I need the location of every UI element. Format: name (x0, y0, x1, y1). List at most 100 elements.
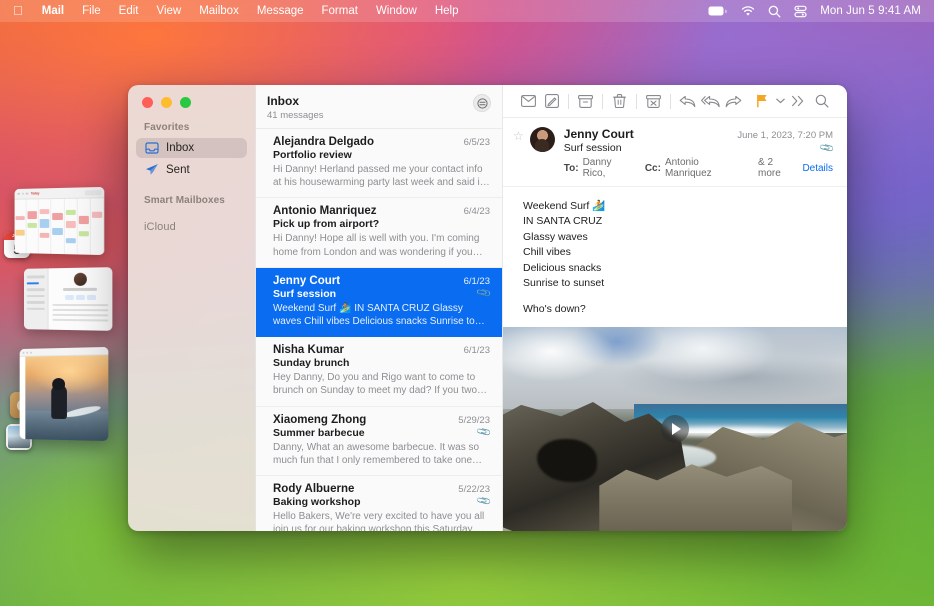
message-row-jenny-court[interactable]: Jenny Court 6/1/23 Surf session 📎 Weekend … (256, 268, 502, 337)
body-line: Chill vibes (523, 245, 827, 260)
message-header: ☆ Jenny Court June 1, 2023, 7:20 PM Surf… (503, 118, 847, 187)
calendar-day-column (77, 198, 90, 254)
mailbox-title: Inbox (267, 94, 324, 109)
message-row-xiaomeng-zhong[interactable]: Xiaomeng Zhong 5/29/23 Summer barbecue 📎 D… (256, 407, 502, 476)
star-outline-icon[interactable]: ☆ (513, 127, 530, 179)
contact-mail-button (86, 294, 95, 299)
photos-window-preview (20, 347, 109, 441)
menu-item-format[interactable]: Format (313, 0, 367, 22)
junk-button[interactable] (642, 88, 665, 114)
flag-button[interactable] (751, 88, 774, 114)
attachment-image-rocky-coastline[interactable] (503, 327, 847, 531)
message-subject: Baking workshop (273, 496, 473, 508)
message-date: 6/1/23 (464, 345, 490, 356)
wifi-icon[interactable] (741, 6, 755, 17)
paper-plane-icon (144, 163, 159, 176)
calendar-day-column (52, 199, 65, 254)
calendar-week-grid (15, 198, 105, 255)
message-subject-line: Surf session (564, 142, 622, 154)
menu-bar:  Mail File Edit View Mailbox Message Fo… (0, 0, 934, 22)
message-row-nisha-kumar[interactable]: Nisha Kumar 6/1/23 Sunday brunch Hey Dann… (256, 337, 502, 406)
battery-icon[interactable] (708, 6, 728, 17)
sidebar-section-icloud[interactable]: iCloud (136, 211, 247, 238)
menu-item-mailbox[interactable]: Mailbox (190, 0, 248, 22)
message-subject: Summer barbecue (273, 427, 473, 439)
forward-button[interactable] (722, 88, 745, 114)
traffic-light-dot (21, 192, 23, 194)
to-recipients: Danny Rico, (583, 157, 637, 179)
contacts-list-row (27, 295, 45, 297)
maximize-button[interactable] (180, 97, 191, 108)
contacts-list-row (27, 301, 45, 303)
calendar-today-label: Today (31, 191, 40, 195)
sidebar-item-label: Sent (166, 164, 190, 176)
menu-bar-items:  Mail File Edit View Mailbox Message Fo… (9, 0, 468, 22)
control-center-icon[interactable] (794, 5, 807, 18)
minimized-contacts-window[interactable] (22, 268, 112, 330)
archive-button[interactable] (574, 88, 597, 114)
message-body: Weekend Surf 🏄 IN SANTA CRUZ Glassy wave… (503, 187, 847, 327)
sidebar-item-inbox[interactable]: Inbox (136, 138, 247, 158)
message-list-header: Inbox 41 messages (256, 85, 502, 129)
calendar-day-column (39, 199, 52, 254)
message-subject: Pick up from airport? (273, 218, 490, 230)
contact-avatar (73, 273, 86, 286)
traffic-light-dot (30, 351, 32, 353)
menu-item-help[interactable]: Help (426, 0, 468, 22)
sender-avatar (530, 127, 555, 152)
message-timestamp: June 1, 2023, 7:20 PM (737, 130, 833, 141)
close-button[interactable] (142, 97, 153, 108)
message-date: 6/4/23 (464, 206, 490, 217)
details-link[interactable]: Details (802, 163, 833, 174)
mail-window: Favorites Inbox Sent Smart Mailboxes iCl… (128, 85, 847, 531)
contact-field (52, 308, 108, 310)
message-list-scroll[interactable]: Alejandra Delgado 6/5/23 Portfolio review… (256, 129, 502, 531)
sidebar-item-label: Inbox (166, 142, 194, 154)
menu-bar-tray: Mon Jun 5 9:41 AM (708, 5, 925, 18)
paperclip-icon: 📎 (476, 494, 493, 510)
message-subject: Surf session (273, 288, 473, 300)
menu-item-edit[interactable]: Edit (110, 0, 148, 22)
toolbar-divider (568, 94, 569, 109)
minimize-button[interactable] (161, 97, 172, 108)
minimized-calendar-window[interactable]: Today (12, 188, 104, 254)
play-icon[interactable] (661, 415, 689, 443)
filter-icon[interactable] (473, 94, 491, 112)
spotlight-search-icon[interactable] (768, 5, 781, 18)
message-date: 6/5/23 (464, 137, 490, 148)
minimized-photos-window[interactable] (18, 348, 108, 440)
menu-item-view[interactable]: View (147, 0, 190, 22)
menu-item-file[interactable]: File (73, 0, 110, 22)
flag-dropdown[interactable] (774, 88, 787, 114)
compose-button[interactable] (540, 88, 563, 114)
calendar-day-column (64, 199, 77, 255)
search-icon[interactable] (810, 88, 833, 114)
reply-button[interactable] (676, 88, 699, 114)
body-line: Glassy waves (523, 230, 827, 245)
message-row-rody-albuerne[interactable]: Rody Albuerne 5/22/23 Baking workshop 📎 He… (256, 476, 502, 531)
more-button[interactable] (787, 88, 810, 114)
contacts-list-row (27, 288, 45, 291)
window-traffic-lights (136, 85, 247, 108)
menu-bar-clock[interactable]: Mon Jun 5 9:41 AM (820, 5, 921, 17)
menu-item-message[interactable]: Message (248, 0, 313, 22)
apple-logo-icon[interactable]:  (9, 0, 33, 22)
body-line: Sunrise to sunset (523, 276, 827, 291)
contacts-list-row-selected (27, 282, 40, 285)
body-line: Delicious snacks (523, 261, 827, 276)
message-row-alejandra-delgado[interactable]: Alejandra Delgado 6/5/23 Portfolio review… (256, 129, 502, 198)
to-label: To: (564, 163, 579, 174)
reply-all-button[interactable] (699, 88, 722, 114)
cc-label: Cc: (645, 163, 661, 174)
mark-unread-button[interactable] (517, 88, 540, 114)
delete-button[interactable] (608, 88, 631, 114)
sidebar-section-favorites: Favorites (136, 108, 247, 138)
sidebar-item-sent[interactable]: Sent (136, 159, 247, 180)
message-sender: Rody Albuerne (273, 483, 452, 495)
menu-item-window[interactable]: Window (367, 0, 426, 22)
calendar-day-column (27, 199, 39, 253)
calendar-window-preview: Today (15, 187, 105, 255)
contact-action-buttons (52, 294, 108, 299)
menu-item-mail[interactable]: Mail (33, 0, 73, 22)
message-row-antonio-manriquez[interactable]: Antonio Manriquez 6/4/23 Pick up from air… (256, 198, 502, 267)
